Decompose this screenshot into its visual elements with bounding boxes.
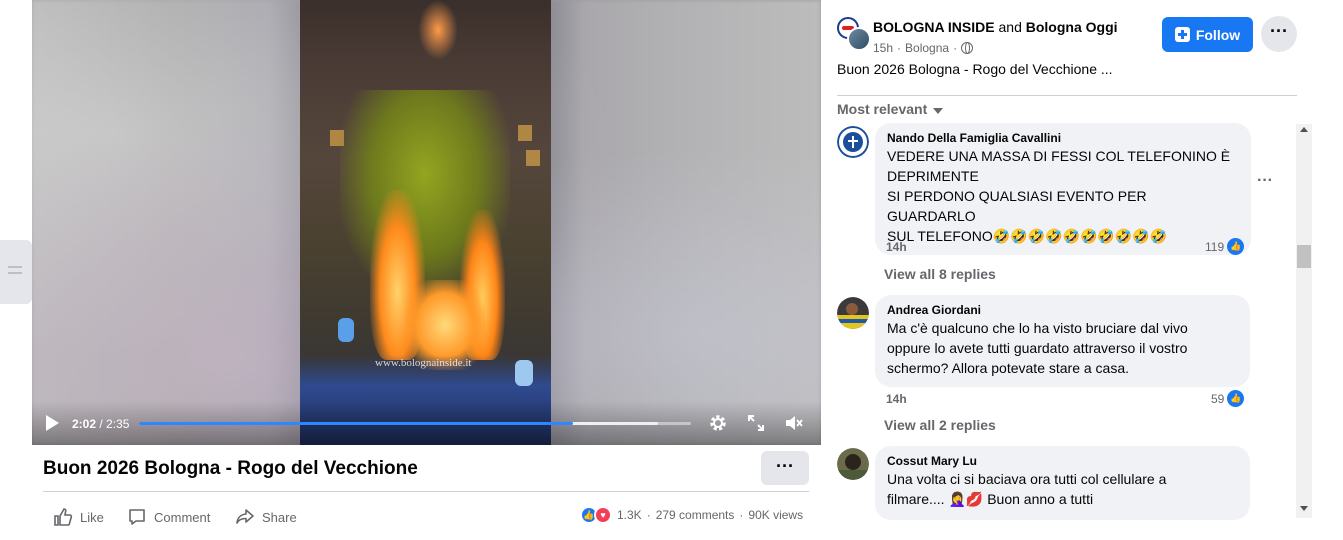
love-reaction-icon: ♥	[594, 506, 612, 524]
scroll-up-arrow-icon[interactable]	[1300, 127, 1308, 132]
comments-scrollbar[interactable]	[1296, 124, 1312, 518]
comment-author[interactable]: Cossut Mary Lu	[887, 453, 1238, 469]
divider	[837, 95, 1297, 96]
video-player[interactable]: www.bolognainside.it 2:02 / 2:35	[32, 0, 821, 445]
scroll-down-arrow-icon[interactable]	[1300, 506, 1308, 511]
like-reaction-icon: 👍	[1227, 390, 1245, 407]
comment-text-line: oppure lo avete tutti guardato attravers…	[887, 340, 1188, 356]
comment-like-count[interactable]: 59 👍	[1211, 390, 1245, 407]
view-replies-link[interactable]: View all 2 replies	[884, 417, 996, 433]
page-avatars[interactable]	[837, 17, 871, 51]
comment-text-line: SUL TELEFONO🤣🤣🤣🤣🤣🤣🤣🤣🤣🤣	[887, 228, 1168, 244]
video-watermark: www.bolognainside.it	[375, 357, 472, 369]
collaborator-link[interactable]: Bologna Oggi	[1026, 19, 1118, 35]
share-button[interactable]: Share	[235, 506, 297, 528]
mute-speaker-icon[interactable]	[784, 413, 804, 433]
comment-bubble: Nando Della Famiglia Cavallini VEDERE UN…	[875, 123, 1251, 255]
comment-options-button[interactable]: ···	[1257, 172, 1273, 190]
side-panel-handle[interactable]	[0, 240, 32, 304]
comment-avatar[interactable]	[837, 448, 869, 480]
comment-text-line: filmare.... 🤦‍♀️💋 Buon anno a tutti	[887, 491, 1094, 507]
comment-text-line: schermo? Allora potevate stare a casa.	[887, 360, 1130, 376]
comment-bubble-icon	[129, 509, 145, 525]
share-arrow-icon	[236, 509, 254, 524]
reactions-count[interactable]: 1.3K	[617, 508, 642, 522]
divider	[43, 491, 809, 492]
post-time[interactable]: 15h	[873, 41, 893, 55]
comments-count[interactable]: 279 comments	[656, 508, 735, 522]
comment-author[interactable]: Andrea Giordani	[887, 302, 1238, 318]
video-progress-fill	[139, 422, 574, 425]
comment-sort-dropdown[interactable]: Most relevant	[837, 101, 944, 117]
settings-gear-icon[interactable]	[708, 413, 728, 433]
follow-plus-icon	[1174, 27, 1190, 42]
play-icon[interactable]	[46, 415, 59, 431]
post-caption[interactable]: Buon 2026 Bologna - Rogo del Vecchione .…	[837, 61, 1113, 77]
post-authors: BOLOGNA INSIDE and Bologna Oggi	[873, 19, 1118, 35]
views-count: 90K views	[748, 508, 804, 522]
comment-time[interactable]: 14h	[886, 392, 907, 406]
globe-icon	[961, 42, 974, 54]
like-button[interactable]: Like	[53, 506, 104, 528]
comment-text-line: DEPRIMENTE	[887, 168, 979, 184]
post-more-button[interactable]: ···	[761, 451, 809, 485]
comment-time[interactable]: 14h	[886, 240, 907, 254]
comment-button[interactable]: Comment	[127, 506, 210, 528]
video-time: 2:02 / 2:35	[72, 417, 130, 431]
comment-bubble: Andrea Giordani Ma c'è qualcuno che lo h…	[875, 295, 1250, 387]
reactions-summary[interactable]: 👍 ♥	[580, 506, 612, 524]
scrollbar-thumb[interactable]	[1297, 245, 1311, 268]
like-reaction-icon: 👍	[1227, 238, 1245, 255]
video-controls: 2:02 / 2:35	[32, 401, 821, 445]
comment-avatar[interactable]	[837, 297, 869, 329]
comment-like-count[interactable]: 119 👍	[1205, 238, 1245, 255]
post-title: Buon 2026 Bologna - Rogo del Vecchione	[43, 458, 418, 479]
comment-text-line: Una volta ci si baciava ora tutti col ce…	[887, 471, 1167, 487]
post-meta: 15h · Bologna ·	[873, 41, 974, 55]
page-name-link[interactable]: BOLOGNA INSIDE	[873, 19, 995, 35]
comment-author[interactable]: Nando Della Famiglia Cavallini	[887, 130, 1239, 146]
post-location[interactable]: Bologna	[905, 41, 949, 55]
video-frame: www.bolognainside.it	[300, 0, 551, 445]
comment-text-line: Ma c'è qualcuno che lo ha visto bruciare…	[887, 320, 1188, 336]
facebook-video-post-view: www.bolognainside.it 2:02 / 2:35 Buon 20…	[0, 0, 1343, 540]
comment-bubble: Cossut Mary Lu Una volta ci si baciava o…	[875, 446, 1250, 520]
comment-text-line: VEDERE UNA MASSA DI FESSI COL TELEFONINO…	[887, 148, 1231, 164]
thumbs-up-icon	[54, 508, 73, 526]
follow-button[interactable]: Follow	[1162, 17, 1253, 52]
comments-list: Nando Della Famiglia Cavallini VEDERE UN…	[837, 120, 1295, 520]
fullscreen-icon[interactable]	[746, 413, 766, 433]
view-replies-link[interactable]: View all 8 replies	[884, 266, 996, 282]
header-more-button[interactable]: ···	[1261, 16, 1297, 52]
bologna-oggi-avatar	[847, 27, 871, 51]
chevron-down-icon	[933, 107, 944, 114]
comment-avatar[interactable]	[837, 126, 869, 158]
comment-text-line: SI PERDONO QUALSIASI EVENTO PER GUARDARL…	[887, 188, 1147, 224]
post-stats: 👍 ♥ 1.3K · 279 comments · 90K views	[580, 506, 803, 524]
video-progress-bar[interactable]	[139, 422, 691, 425]
